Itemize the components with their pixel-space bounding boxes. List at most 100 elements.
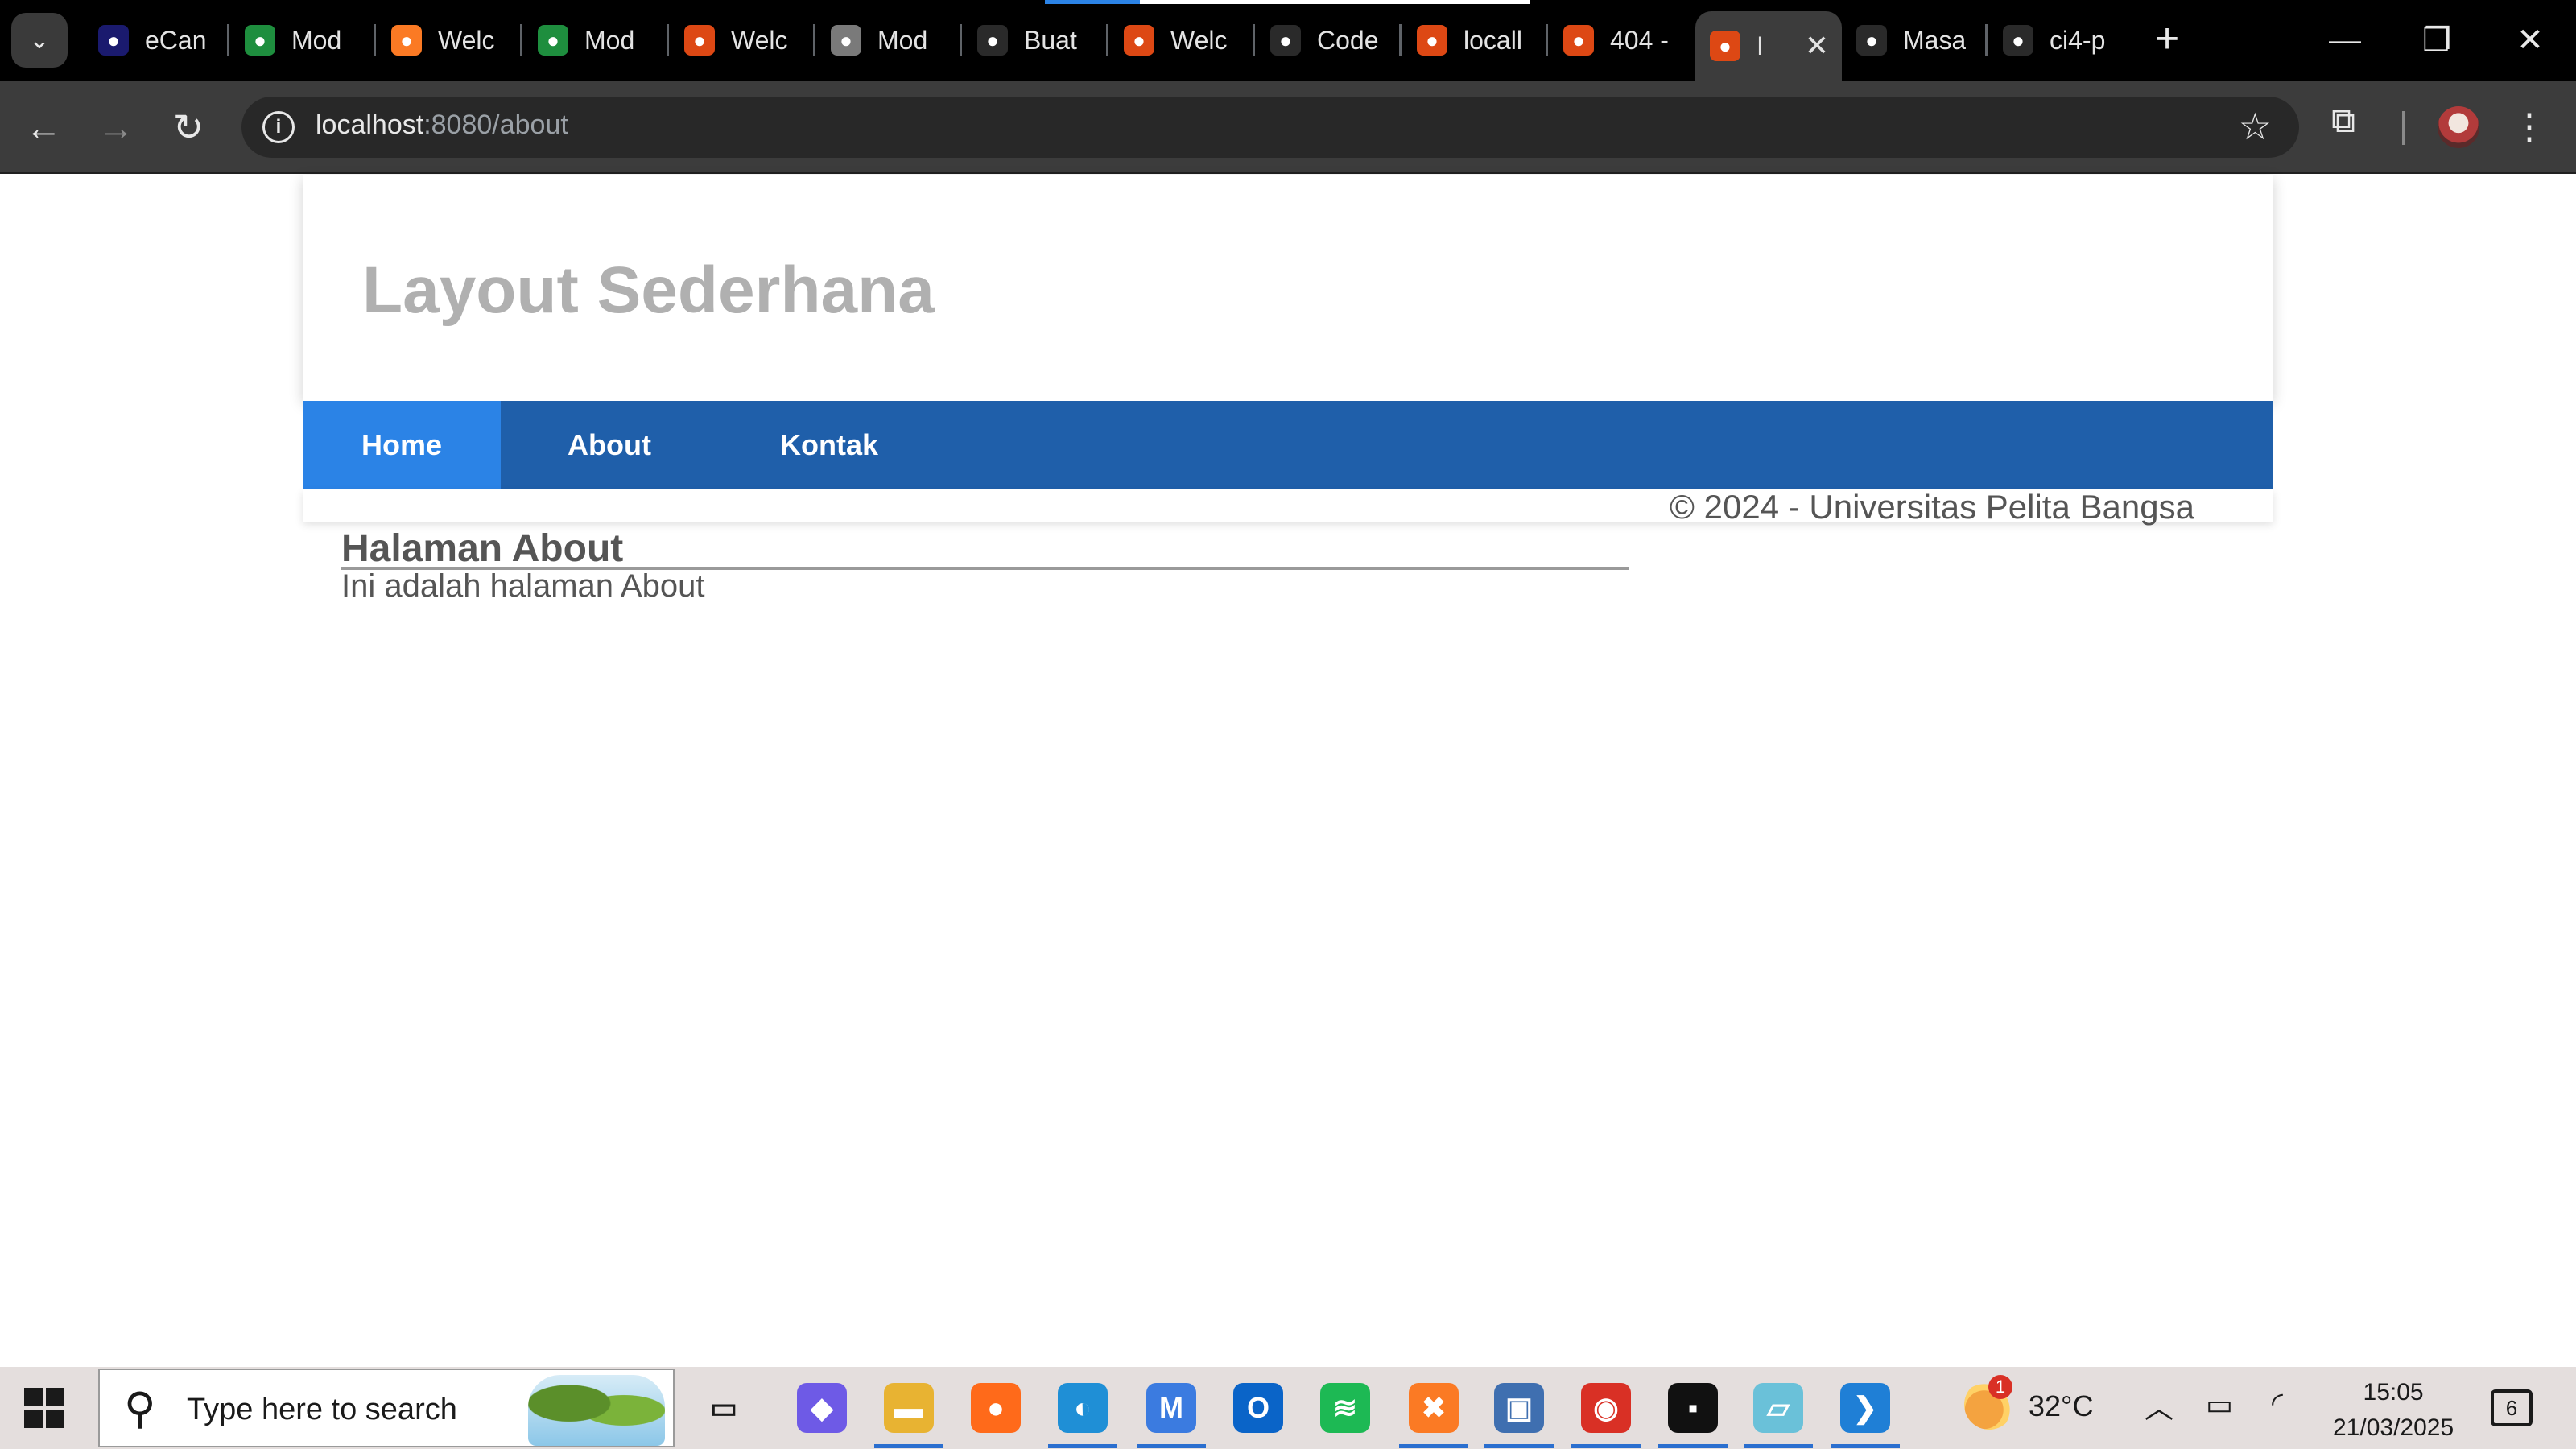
clock-date: 21/03/2025 xyxy=(2333,1414,2454,1441)
browser-tab[interactable]: ● Welc xyxy=(377,10,523,71)
running-app-indicator xyxy=(1658,1444,1728,1448)
restore-button[interactable]: ❐ xyxy=(2401,14,2473,66)
tab-search-button[interactable]: ⌄ xyxy=(11,13,68,68)
windows-start-button[interactable] xyxy=(24,1388,64,1428)
tab-title: eCan xyxy=(145,25,207,55)
notification-center-button[interactable]: 6 xyxy=(2491,1389,2533,1426)
tab-title: Mod xyxy=(877,25,928,55)
taskbar-search-placeholder: Type here to search xyxy=(187,1393,457,1426)
copilot-icon[interactable]: ◆ xyxy=(797,1383,847,1433)
extensions-puzzle-icon[interactable]: ⧉ xyxy=(2331,101,2355,141)
browser-tab[interactable]: ● I ✕ xyxy=(1695,11,1842,80)
reload-icon: ↻ xyxy=(172,106,204,148)
vscode-icon[interactable]: ❯ xyxy=(1840,1383,1890,1433)
chatgpt-favicon-icon: ● xyxy=(1856,25,1887,56)
tab-loading-indicator xyxy=(1140,0,1530,4)
codeigniter-flame-favicon-icon: ● xyxy=(1124,25,1154,56)
wifi-icon[interactable]: ◜ xyxy=(2272,1386,2283,1420)
minimize-button[interactable]: — xyxy=(2309,14,2381,66)
chatgpt-favicon-icon: ● xyxy=(1270,25,1301,56)
globe-favicon-icon: ● xyxy=(831,25,861,56)
back-button[interactable]: ← xyxy=(18,101,69,153)
edge-icon[interactable]: ◐ xyxy=(1058,1383,1108,1433)
site-title: Layout Sederhana xyxy=(362,254,935,327)
toolbar-divider xyxy=(2402,111,2405,145)
running-app-indicator xyxy=(1744,1444,1813,1448)
site-info-icon[interactable]: i xyxy=(262,111,295,143)
reload-button[interactable]: ↻ xyxy=(163,101,214,153)
arrow-left-icon: ← xyxy=(25,106,62,148)
weather-badge: 1 xyxy=(1988,1375,2013,1399)
tab-separator xyxy=(374,24,376,56)
task-view-icon[interactable]: ▭ xyxy=(699,1383,749,1433)
profile-avatar[interactable] xyxy=(2438,106,2479,148)
firefox-icon[interactable]: ● xyxy=(971,1383,1021,1433)
tab-separator xyxy=(1253,24,1255,56)
battery-icon[interactable]: ▭ xyxy=(2206,1388,2233,1422)
running-app-indicator xyxy=(1399,1444,1468,1448)
browser-tab[interactable]: ● Masa xyxy=(1842,10,1988,71)
codeigniter-flame-favicon-icon: ● xyxy=(1417,25,1447,56)
m365-icon[interactable]: M xyxy=(1146,1383,1196,1433)
browser-tab[interactable]: ● Buat xyxy=(963,10,1109,71)
outlook-icon[interactable]: O xyxy=(1233,1383,1283,1433)
browser-tab[interactable]: ● Code xyxy=(1256,10,1402,71)
tab-title: Welc xyxy=(731,25,788,55)
google-drive-favicon-icon: ● xyxy=(245,25,275,56)
address-bar[interactable]: i localhost:8080/about ☆ xyxy=(242,97,2299,158)
codeigniter-flame-favicon-icon: ● xyxy=(1710,31,1740,61)
taskbar-clock[interactable]: 15:05 21/03/2025 xyxy=(2333,1375,2454,1446)
close-tab-icon[interactable]: ✕ xyxy=(1805,29,1829,63)
chrome-icon[interactable]: ◉ xyxy=(1581,1383,1631,1433)
xampp-icon[interactable]: ✖ xyxy=(1409,1383,1459,1433)
browser-tab[interactable]: ● Mod xyxy=(523,10,670,71)
windows-logo-tile xyxy=(46,1410,64,1428)
nav-kontak-link[interactable]: Kontak xyxy=(718,401,940,489)
forward-button[interactable]: → xyxy=(90,101,142,153)
browser-tab[interactable]: ● eCan xyxy=(84,10,230,71)
tab-title: ci4-p xyxy=(2050,25,2106,55)
notepad-icon[interactable]: ▱ xyxy=(1753,1383,1803,1433)
weather-icon[interactable]: 1 xyxy=(1964,1375,2014,1430)
codeigniter-flame-favicon-icon: ● xyxy=(684,25,715,56)
chevron-down-icon: ⌄ xyxy=(29,27,50,54)
browser-tab[interactable]: ● Mod xyxy=(816,10,963,71)
remote-desktop-icon[interactable]: ▣ xyxy=(1494,1383,1544,1433)
chatgpt-favicon-icon: ● xyxy=(977,25,1008,56)
xampp-favicon-icon: ● xyxy=(391,25,422,56)
browser-tab[interactable]: ● 404 - xyxy=(1549,10,1695,71)
windows-logo-tile xyxy=(24,1410,43,1428)
tab-loading-indicator xyxy=(1045,0,1140,4)
tab-title: Buat xyxy=(1024,25,1077,55)
spotify-icon[interactable]: ≋ xyxy=(1320,1383,1370,1433)
codeigniter-flame-favicon-icon: ● xyxy=(1563,25,1594,56)
tab-separator xyxy=(227,24,229,56)
google-drive-favicon-icon: ● xyxy=(538,25,568,56)
site-header: Layout Sederhana xyxy=(303,175,2273,401)
more-menu-icon[interactable]: ⋮ xyxy=(2512,101,2547,153)
weather-temperature[interactable]: 32°C xyxy=(2029,1389,2093,1423)
browser-tab[interactable]: ● Welc xyxy=(1109,10,1256,71)
nav-home-link[interactable]: Home xyxy=(303,401,501,489)
taskbar-search-box[interactable]: ⚲ Type here to search xyxy=(98,1368,675,1447)
nav-about-link[interactable]: About xyxy=(501,401,718,489)
bookmark-star-icon[interactable]: ☆ xyxy=(2239,105,2272,148)
browser-tab[interactable]: ● Mod xyxy=(230,10,377,71)
close-window-button[interactable]: ✕ xyxy=(2494,14,2566,66)
show-hidden-icons-chevron-icon[interactable]: ︿ xyxy=(2145,1385,2174,1426)
browser-tab[interactable]: ● Welc xyxy=(670,10,816,71)
new-tab-button[interactable]: + xyxy=(2145,18,2190,63)
browser-tab[interactable]: ● locall xyxy=(1402,10,1549,71)
browser-tab[interactable]: ● ci4-p xyxy=(1988,10,2135,71)
tab-title: Code xyxy=(1317,25,1379,55)
tab-title: Mod xyxy=(584,25,635,55)
tab-separator xyxy=(1106,24,1108,56)
content-text: Ini adalah halaman About xyxy=(341,568,705,604)
file-explorer-icon[interactable]: ▬ xyxy=(884,1383,934,1433)
tab-separator xyxy=(960,24,962,56)
terminal-icon[interactable]: ▪ xyxy=(1668,1383,1718,1433)
tab-separator xyxy=(667,24,669,56)
tab-separator xyxy=(813,24,815,56)
url-text[interactable]: localhost:8080/about xyxy=(316,109,568,141)
tab-title: I xyxy=(1757,31,1764,60)
